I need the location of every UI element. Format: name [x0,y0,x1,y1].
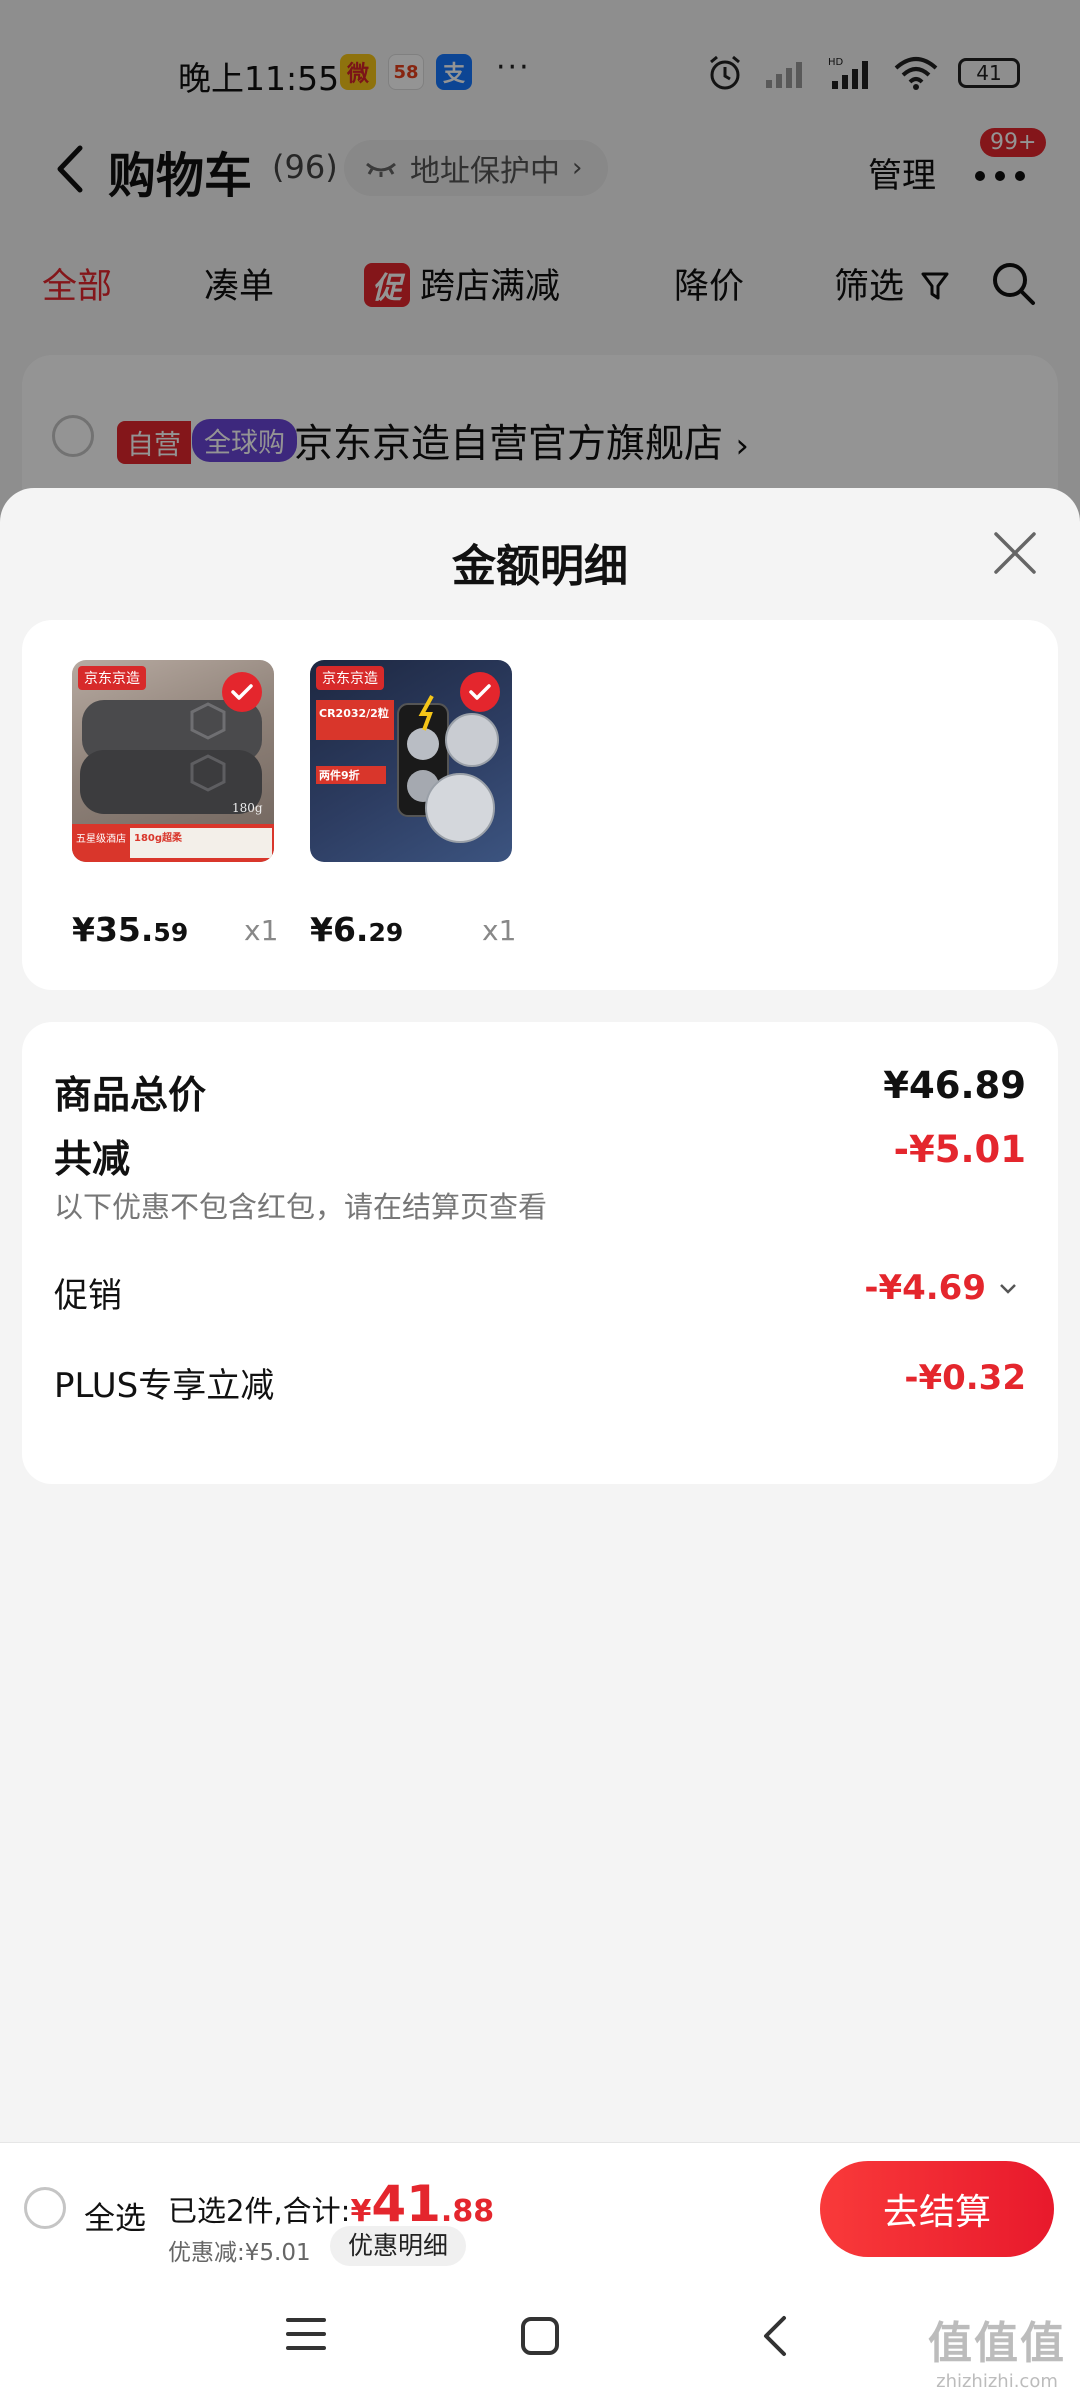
home-icon[interactable] [520,2316,560,2356]
price-main: ¥6. [310,910,369,949]
menu-icon[interactable] [286,2316,326,2352]
product-quantity: x1 [244,914,279,947]
battery-img-text-2: 两件9折 [319,768,360,782]
product-price: ¥6.29 [310,910,403,949]
back-nav-icon[interactable] [760,2314,790,2358]
towel-product-image: 五星级酒店 180g超柔 180g 京东京造 [72,660,274,862]
amount-detail-sheet: 金额明细 五星级酒店 180g超柔 180g 京东京造 ¥35.59 x1 CR… [0,488,1080,2270]
check-icon[interactable] [222,672,262,712]
watermark-url: zhizhizhi.com [936,2371,1058,2392]
towel-img-text-2: 180g超柔 [134,831,183,844]
selected-summary: 已选2件,合计:¥41.88 [168,2175,494,2233]
battery-product-image: CR2032/2粒 两件9折 京东京造 [310,660,512,862]
promo-row[interactable]: 促销 -¥4.69 [54,1268,1026,1317]
plus-discount-row: PLUS专享立减 -¥0.32 [54,1358,1026,1407]
plus-discount-label: PLUS专享立减 [54,1366,275,1406]
total-price-row: 商品总价 ¥46.89 [54,1064,1026,1119]
total-symbol: ¥ [350,2194,372,2229]
selected-items-card: 五星级酒店 180g超柔 180g 京东京造 ¥35.59 x1 CR2032/… [22,620,1058,990]
watermark-logo: 值值值 [928,2318,1066,2369]
discount-detail-button[interactable]: 优惠明细 [330,2226,467,2266]
price-summary-card: 商品总价 ¥46.89 共减 -¥5.01 以下优惠不包含红包，请在结算页查看 … [22,1022,1058,1484]
total-decimal: .88 [440,2194,495,2229]
reduction-note: 以下优惠不包含红包，请在结算页查看 [54,1190,548,1224]
brand-tag: 京东京造 [78,666,146,690]
selected-count-text: 已选2件,合计: [168,2194,351,2228]
product-quantity: x1 [482,914,517,947]
system-navigation-bar: 值值值 zhizhizhi.com [0,2270,1080,2400]
total-reduction-value: -¥5.01 [893,1128,1026,1171]
price-main: ¥35. [72,910,154,949]
total-price-value: ¥46.89 [883,1064,1026,1107]
plus-discount-value: -¥0.32 [904,1358,1026,1398]
total-reduction-row: 共减 -¥5.01 [54,1128,1026,1183]
chevron-down-icon[interactable] [998,1282,1018,1296]
brand-tag: 京东京造 [316,666,384,690]
towel-img-weight: 180g [232,801,263,815]
select-all-radio[interactable] [24,2187,66,2229]
price-decimal: 59 [153,918,189,947]
price-decimal: 29 [368,918,404,947]
checkout-bar: 全选 已选2件,合计:¥41.88 优惠减:¥5.01 优惠明细 去结算 [0,2142,1080,2270]
promo-value: -¥4.69 [864,1268,986,1308]
product-price: ¥35.59 [72,910,188,949]
towel-img-text-1: 五星级酒店 [76,832,126,845]
check-icon[interactable] [460,672,500,712]
promo-label: 促销 [54,1276,122,1316]
select-all-label[interactable]: 全选 [84,2193,146,2238]
sheet-title: 金额明细 [452,541,628,592]
watermark: 值值值 zhizhizhi.com [928,2307,1066,2392]
total-integer: 41 [371,2175,441,2233]
close-icon[interactable] [990,528,1040,578]
discount-amount: 优惠减:¥5.01 [168,2240,311,2266]
battery-img-text-1: CR2032/2粒 [319,706,389,720]
total-reduction-label: 共减 [54,1137,131,1181]
checkout-button[interactable]: 去结算 [820,2161,1054,2257]
product-item[interactable]: CR2032/2粒 两件9折 京东京造 ¥6.29 x1 [310,660,516,949]
total-price-label: 商品总价 [54,1073,207,1117]
product-item[interactable]: 五星级酒店 180g超柔 180g 京东京造 ¥35.59 x1 [72,660,278,949]
